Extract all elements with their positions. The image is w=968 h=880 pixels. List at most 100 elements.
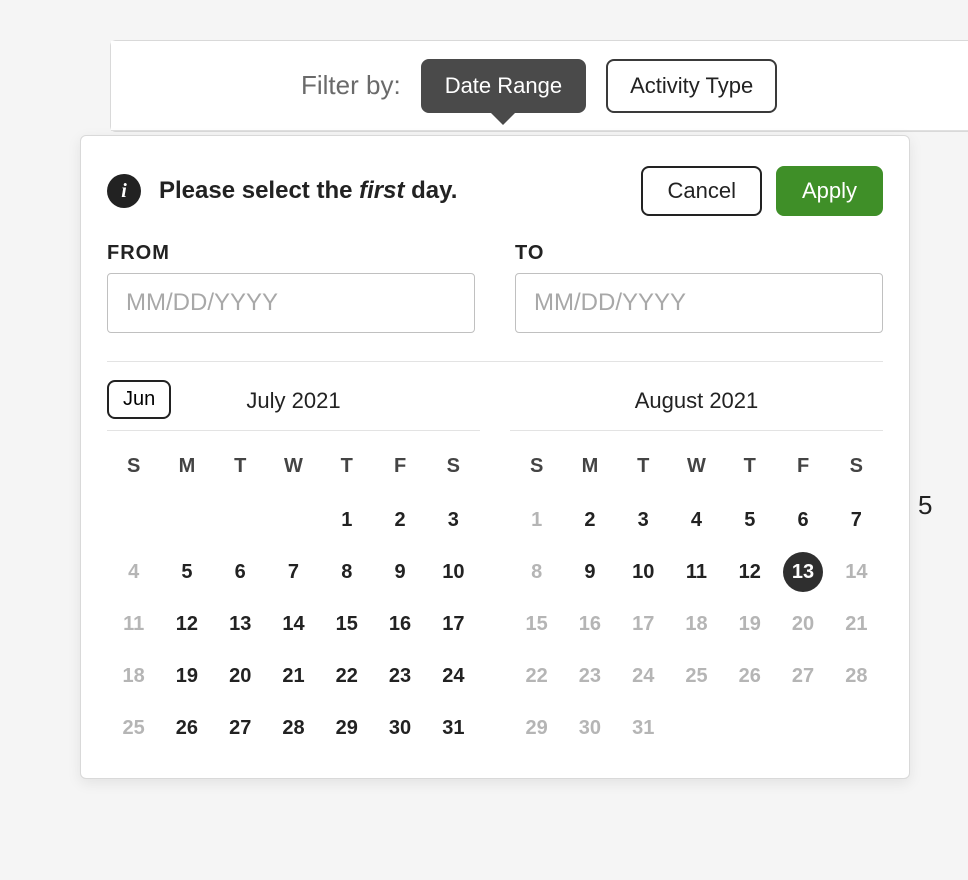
calendar-day[interactable]: 2 xyxy=(563,494,616,546)
calendar-day[interactable]: 24 xyxy=(617,650,670,702)
calendar-day[interactable]: 21 xyxy=(267,650,320,702)
empty-day xyxy=(214,494,267,546)
calendar-day[interactable]: 31 xyxy=(617,702,670,754)
empty-day xyxy=(723,702,776,754)
tab-date-range[interactable]: Date Range xyxy=(421,59,586,113)
weekday-header: T xyxy=(617,445,670,494)
calendar-day[interactable]: 12 xyxy=(723,546,776,598)
calendar-day[interactable]: 3 xyxy=(617,494,670,546)
calendar-day[interactable]: 6 xyxy=(214,546,267,598)
calendar-day[interactable]: 29 xyxy=(510,702,563,754)
calendar-day[interactable]: 17 xyxy=(617,598,670,650)
calendar-day[interactable]: 6 xyxy=(776,494,829,546)
calendar-day[interactable]: 19 xyxy=(723,598,776,650)
weekday-header: S xyxy=(107,445,160,494)
calendar-day[interactable]: 17 xyxy=(427,598,480,650)
from-label: FROM xyxy=(107,242,475,265)
calendar-day[interactable]: 13 xyxy=(776,546,829,598)
weekday-header: W xyxy=(267,445,320,494)
calendar-month: August 2021SMTWTFS1234567891011121314151… xyxy=(510,380,883,754)
apply-button[interactable]: Apply xyxy=(776,166,883,216)
weekday-header: M xyxy=(160,445,213,494)
calendar-day[interactable]: 20 xyxy=(776,598,829,650)
info-message: i Please select the first day. xyxy=(107,174,457,208)
date-fields: FROM TO xyxy=(107,242,883,333)
from-date-input[interactable] xyxy=(107,273,475,333)
calendar-day[interactable]: 14 xyxy=(830,546,883,598)
calendar-day[interactable]: 1 xyxy=(320,494,373,546)
info-text-emph: first xyxy=(359,177,404,204)
calendar-day[interactable]: 7 xyxy=(267,546,320,598)
calendar-day[interactable]: 21 xyxy=(830,598,883,650)
calendar-day[interactable]: 27 xyxy=(214,702,267,754)
weekday-header: S xyxy=(510,445,563,494)
popover-header: i Please select the first day. Cancel Ap… xyxy=(107,166,883,216)
to-field-col: TO xyxy=(515,242,883,333)
month-header: JunJuly 2021 xyxy=(107,380,480,431)
calendar-day[interactable]: 13 xyxy=(214,598,267,650)
calendar-day[interactable]: 5 xyxy=(723,494,776,546)
calendar-day[interactable]: 26 xyxy=(160,702,213,754)
to-date-input[interactable] xyxy=(515,273,883,333)
calendar-day[interactable]: 8 xyxy=(320,546,373,598)
calendar-day[interactable]: 30 xyxy=(373,702,426,754)
calendar-day[interactable]: 23 xyxy=(563,650,616,702)
calendar-day[interactable]: 4 xyxy=(670,494,723,546)
calendar-day[interactable]: 8 xyxy=(510,546,563,598)
calendar-day[interactable]: 23 xyxy=(373,650,426,702)
calendar-day[interactable]: 29 xyxy=(320,702,373,754)
calendar-day[interactable]: 25 xyxy=(670,650,723,702)
weekday-header: F xyxy=(776,445,829,494)
calendar-day[interactable]: 16 xyxy=(373,598,426,650)
filter-panel: Filter by: Date Range Activity Type xyxy=(110,40,968,132)
calendar-day[interactable]: 9 xyxy=(373,546,426,598)
calendar-day[interactable]: 20 xyxy=(214,650,267,702)
calendar-day[interactable]: 15 xyxy=(510,598,563,650)
calendars: JunJuly 2021SMTWTFS123456789101112131415… xyxy=(107,380,883,754)
weekday-header: S xyxy=(427,445,480,494)
calendar-day[interactable]: 22 xyxy=(320,650,373,702)
empty-day xyxy=(670,702,723,754)
calendar-day[interactable]: 16 xyxy=(563,598,616,650)
info-text: Please select the first day. xyxy=(159,177,457,205)
background-text-fragment: 5 xyxy=(918,490,968,521)
calendar-day[interactable]: 31 xyxy=(427,702,480,754)
calendar-day[interactable]: 25 xyxy=(107,702,160,754)
prev-month-button[interactable]: Jun xyxy=(107,380,171,419)
empty-day xyxy=(830,702,883,754)
calendar-day[interactable]: 15 xyxy=(320,598,373,650)
weekday-header: T xyxy=(320,445,373,494)
weekday-header: S xyxy=(830,445,883,494)
calendar-day[interactable]: 9 xyxy=(563,546,616,598)
popover-actions: Cancel Apply xyxy=(641,166,883,216)
calendar-day[interactable]: 10 xyxy=(617,546,670,598)
empty-day xyxy=(107,494,160,546)
divider xyxy=(107,361,883,362)
calendar-day[interactable]: 7 xyxy=(830,494,883,546)
calendar-day[interactable]: 28 xyxy=(830,650,883,702)
calendar-day[interactable]: 24 xyxy=(427,650,480,702)
calendar-day[interactable]: 19 xyxy=(160,650,213,702)
calendar-day[interactable]: 1 xyxy=(510,494,563,546)
calendar-day[interactable]: 18 xyxy=(670,598,723,650)
calendar-day[interactable]: 11 xyxy=(670,546,723,598)
month-title: August 2021 xyxy=(635,388,759,414)
calendar-day[interactable]: 2 xyxy=(373,494,426,546)
tab-activity-type[interactable]: Activity Type xyxy=(606,59,777,113)
calendar-day[interactable]: 30 xyxy=(563,702,616,754)
calendar-day[interactable]: 11 xyxy=(107,598,160,650)
calendar-day[interactable]: 14 xyxy=(267,598,320,650)
cancel-button[interactable]: Cancel xyxy=(641,166,761,216)
calendar-day[interactable]: 3 xyxy=(427,494,480,546)
calendar-day[interactable]: 26 xyxy=(723,650,776,702)
weekday-header: W xyxy=(670,445,723,494)
weekday-header: M xyxy=(563,445,616,494)
calendar-day[interactable]: 18 xyxy=(107,650,160,702)
calendar-day[interactable]: 28 xyxy=(267,702,320,754)
calendar-day[interactable]: 12 xyxy=(160,598,213,650)
calendar-day[interactable]: 22 xyxy=(510,650,563,702)
calendar-day[interactable]: 5 xyxy=(160,546,213,598)
calendar-day[interactable]: 10 xyxy=(427,546,480,598)
calendar-day[interactable]: 27 xyxy=(776,650,829,702)
calendar-day[interactable]: 4 xyxy=(107,546,160,598)
